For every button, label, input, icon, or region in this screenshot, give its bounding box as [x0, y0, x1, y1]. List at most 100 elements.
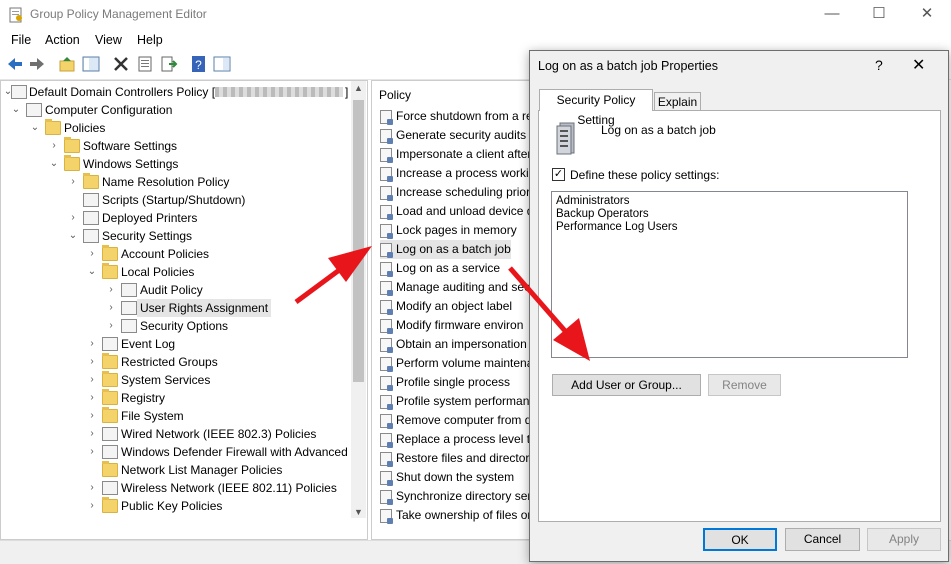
- policy-column-header[interactable]: Policy: [379, 88, 411, 102]
- menu-help[interactable]: Help: [137, 33, 163, 47]
- chevron-right-icon[interactable]: ›: [87, 371, 97, 389]
- policy-list-item[interactable]: Load and unload device d: [380, 202, 533, 221]
- policy-setting-icon: [380, 337, 393, 353]
- policy-list-item[interactable]: Synchronize directory serv: [380, 487, 537, 506]
- chevron-right-icon[interactable]: ›: [87, 425, 97, 443]
- list-item[interactable]: Performance Log Users: [556, 221, 677, 234]
- policy-list-item[interactable]: Lock pages in memory: [380, 221, 517, 240]
- ok-button[interactable]: OK: [703, 528, 777, 551]
- gpo-icon: [11, 85, 27, 99]
- tree-item-label: Deployed Printers: [102, 211, 198, 225]
- properties-icon[interactable]: [136, 55, 154, 73]
- chevron-down-icon[interactable]: ⌄: [30, 119, 40, 137]
- chevron-right-icon[interactable]: ›: [68, 209, 78, 227]
- forward-arrow-icon[interactable]: [28, 55, 46, 73]
- list-item[interactable]: Backup Operators: [556, 208, 649, 221]
- chevron-right-icon[interactable]: ›: [87, 479, 97, 497]
- console-tree[interactable]: ⌄ Default Domain Controllers Policy [ ] …: [0, 80, 368, 540]
- policy-icon: [121, 301, 137, 315]
- menu-view[interactable]: View: [95, 33, 122, 47]
- tree-scrollbar-thumb[interactable]: [353, 100, 364, 382]
- policy-list-item[interactable]: Profile single process: [380, 373, 510, 392]
- chevron-right-icon[interactable]: ›: [87, 497, 97, 515]
- up-folder-icon[interactable]: [58, 55, 76, 73]
- policy-list-item[interactable]: Shut down the system: [380, 468, 514, 487]
- policy-list-item[interactable]: Force shutdown from a re: [380, 107, 533, 126]
- policy-list-item-label: Modify an object label: [396, 299, 513, 313]
- policy-list-item[interactable]: Modify an object label: [380, 297, 512, 316]
- chevron-right-icon[interactable]: ›: [49, 137, 59, 155]
- policy-list-item-label: Obtain an impersonation: [396, 337, 527, 351]
- show-hide-tree-icon[interactable]: [82, 55, 100, 73]
- add-user-or-group-button[interactable]: Add User or Group...: [552, 374, 701, 396]
- policy-list-item[interactable]: Increase scheduling priori: [380, 183, 533, 202]
- policy-list-item[interactable]: Manage auditing and sec: [380, 278, 530, 297]
- chevron-right-icon[interactable]: ›: [87, 443, 97, 461]
- members-listbox[interactable]: Administrators Backup Operators Performa…: [551, 191, 908, 358]
- tree-item-label: Computer Configuration: [45, 103, 173, 117]
- help-icon[interactable]: ?: [190, 55, 208, 73]
- chevron-right-icon[interactable]: ›: [106, 281, 116, 299]
- remove-button[interactable]: Remove: [708, 374, 781, 396]
- cancel-button[interactable]: Cancel: [785, 528, 860, 551]
- chevron-right-icon[interactable]: ›: [87, 335, 97, 353]
- tree-item-label: Audit Policy: [140, 283, 203, 297]
- define-settings-checkbox[interactable]: ✓: [552, 168, 565, 181]
- policy-list-item[interactable]: Perform volume maintena: [380, 354, 533, 373]
- chevron-right-icon[interactable]: ›: [87, 245, 97, 263]
- policy-list-item[interactable]: Profile system performan: [380, 392, 529, 411]
- policy-list-item[interactable]: Modify firmware environ: [380, 316, 523, 335]
- policy-list-item-label: Replace a process level to: [396, 432, 537, 446]
- firewall-icon: [102, 445, 118, 459]
- dialog-help-button[interactable]: ?: [875, 57, 883, 73]
- export-list-icon[interactable]: [160, 55, 178, 73]
- policy-list-item[interactable]: Log on as a batch job: [380, 240, 511, 259]
- policy-list-item[interactable]: Replace a process level to: [380, 430, 537, 449]
- chevron-down-icon[interactable]: ⌄: [68, 227, 78, 245]
- chevron-down-icon[interactable]: ⌄: [11, 101, 21, 119]
- delete-icon[interactable]: [112, 55, 130, 73]
- chevron-down-icon[interactable]: ⌄: [49, 155, 59, 173]
- back-arrow-icon[interactable]: [6, 55, 24, 73]
- policy-list-item-label: Take ownership of files or: [396, 508, 532, 522]
- tab-security-policy-setting[interactable]: Security Policy Setting: [539, 89, 653, 127]
- show-pane-icon[interactable]: [213, 55, 231, 73]
- menu-file[interactable]: File: [11, 33, 31, 47]
- policy-list-item[interactable]: Take ownership of files or: [380, 506, 531, 525]
- tree-item-label: Network List Manager Policies: [121, 463, 283, 477]
- policy-setting-icon: [380, 451, 393, 467]
- scroll-down-icon[interactable]: ▼: [354, 507, 363, 517]
- tree-item-label: Account Policies: [121, 247, 210, 261]
- tree-item-label: Local Policies: [121, 265, 195, 279]
- chevron-right-icon[interactable]: ›: [68, 173, 78, 191]
- list-item[interactable]: Administrators: [556, 195, 630, 208]
- tab-explain[interactable]: Explain: [654, 92, 701, 111]
- policy-list-item[interactable]: Impersonate a client after: [380, 145, 531, 164]
- chevron-right-icon[interactable]: ›: [87, 407, 97, 425]
- minimize-button[interactable]: —: [809, 0, 855, 30]
- chevron-down-icon[interactable]: ⌄: [87, 263, 97, 281]
- chevron-right-icon[interactable]: ›: [87, 353, 97, 371]
- define-settings-label[interactable]: Define these policy settings:: [570, 168, 719, 182]
- tree-item-label: Policies: [64, 121, 106, 135]
- policy-list-item[interactable]: Log on as a service: [380, 259, 500, 278]
- policy-list-item[interactable]: Restore files and directori: [380, 449, 532, 468]
- dialog-close-button[interactable]: ✕: [912, 55, 925, 75]
- policy-list-item-label: Lock pages in memory: [396, 223, 517, 237]
- policy-list-item[interactable]: Obtain an impersonation: [380, 335, 527, 354]
- chevron-right-icon[interactable]: ›: [106, 299, 116, 317]
- policy-setting-icon: [380, 128, 393, 144]
- apply-button[interactable]: Apply: [867, 528, 941, 551]
- close-button[interactable]: ✕: [904, 0, 950, 30]
- chevron-right-icon[interactable]: ›: [87, 389, 97, 407]
- scroll-up-icon[interactable]: ▲: [354, 83, 363, 93]
- policy-list-item[interactable]: Remove computer from d: [380, 411, 531, 430]
- policy-setting-icon: [380, 147, 393, 163]
- folder-icon: [102, 461, 118, 477]
- chevron-right-icon[interactable]: ›: [106, 317, 116, 335]
- menu-action[interactable]: Action: [45, 33, 80, 47]
- policy-list-item[interactable]: Generate security audits: [380, 126, 526, 145]
- maximize-button[interactable]: ☐: [856, 0, 902, 30]
- policy-list-item[interactable]: Increase a process workin: [380, 164, 535, 183]
- policy-list-item-label: Log on as a service: [396, 261, 501, 275]
